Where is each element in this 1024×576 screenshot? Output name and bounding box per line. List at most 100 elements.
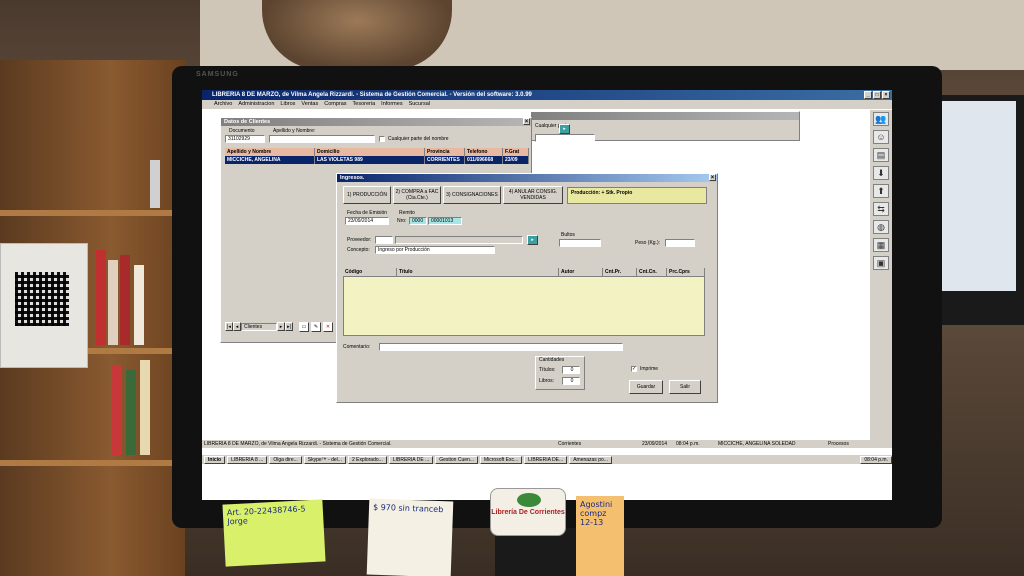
menu-administracion[interactable]: Administracion [238, 100, 274, 109]
menu-sucursal[interactable]: Sucursal [409, 100, 430, 109]
globe-icon[interactable]: ◍ [873, 220, 889, 234]
concepto-label: Concepto: [347, 247, 370, 253]
status-bar: LIBRERIA 8 DE MARZO, de Vilma Angela Riz… [202, 440, 892, 448]
taskbar-item[interactable]: Amenazas po... [569, 455, 612, 464]
book-spine [126, 370, 136, 455]
status-text: LIBRERIA 8 DE MARZO, de Vilma Angela Riz… [204, 441, 392, 447]
imprime-checkbox[interactable]: ✓ [631, 366, 637, 372]
close-button[interactable]: × [882, 91, 890, 99]
table-row[interactable]: MICCICHE, ANGELINA LAS VIOLETAS 989 CORR… [225, 156, 529, 164]
proveedor-search-button[interactable]: ▸ [527, 235, 538, 245]
menu-compras[interactable]: Compras [324, 100, 346, 109]
cell-apellido: MICCICHE, ANGELINA [225, 156, 315, 164]
taskbar-item[interactable]: LIBRERIA 8 ... [227, 455, 268, 464]
documento-field[interactable]: 31102929 [225, 135, 265, 143]
taskbar: Inicio LIBRERIA 8 ... Olga dire... Skype… [202, 454, 892, 464]
prev-record-button[interactable]: ◂ [233, 322, 241, 331]
proveedor-name-field[interactable] [395, 236, 523, 244]
menu-ventas[interactable]: Ventas [301, 100, 318, 109]
cell-telefono: 011/696668 [465, 156, 503, 164]
col-apellido: Apellido y Nombre [225, 148, 315, 156]
peso-label: Peso (Kg.): [635, 240, 661, 246]
menu-libros[interactable]: Libros [280, 100, 295, 109]
monitor-brand: SAMSUNG [196, 71, 239, 78]
taskbar-item[interactable]: LIBRERIA DE ... [388, 455, 434, 464]
book-spine [108, 260, 118, 345]
ingresos-grid-body[interactable] [343, 276, 705, 336]
menu-tesoreria[interactable]: Tesoreria [353, 100, 376, 109]
fecha-field[interactable]: 23/09/2014 [345, 217, 389, 225]
ingresos-window-title: Ingresos. × [337, 174, 717, 182]
libros-field: 0 [562, 377, 580, 385]
menu-informes[interactable]: Informes [381, 100, 402, 109]
chart-icon[interactable]: ▦ [873, 238, 889, 252]
shelf-board [0, 460, 185, 466]
arrow-up-icon[interactable]: ⬆ [873, 184, 889, 198]
taskbar-item[interactable]: Microsoft Exc... [479, 455, 523, 464]
transfer-icon[interactable]: ⇆ [873, 202, 889, 216]
cantidades-group: Cantidades Títulos: 0 Libros: 0 [535, 356, 585, 390]
taskbar-item[interactable]: Gestion Cuen... [435, 455, 478, 464]
comentario-field[interactable] [379, 343, 623, 351]
tab-compra-fac[interactable]: 2) COMPRA a FAC (Cta.Cte.) [393, 186, 441, 204]
nro-field[interactable]: 00001013 [428, 217, 462, 225]
calendar-icon[interactable]: ▣ [873, 256, 889, 270]
salir-button[interactable]: Salir [669, 380, 701, 394]
edit-icon[interactable]: ✎ [311, 322, 321, 332]
sticky-note-orange: Agostini compz 12-13 [576, 496, 624, 576]
menu-archivo[interactable]: Archivo [214, 100, 232, 109]
cantidades-label: Cantidades [539, 357, 565, 363]
last-record-button[interactable]: ▸| [285, 322, 293, 331]
status-city: Corrientes [558, 441, 582, 447]
taskbar-item[interactable]: Olga dire... [269, 455, 302, 464]
tab-anular-consig[interactable]: 4) ANULAR CONSIG. VENDIDAS [503, 186, 563, 204]
book-spine [134, 265, 144, 345]
close-icon[interactable]: × [709, 174, 716, 181]
second-monitor-screen [936, 101, 1016, 291]
taskbar-item[interactable]: 2 Explorado... [347, 455, 387, 464]
window-controls: _ □ × [864, 91, 890, 99]
next-record-button[interactable]: ▸ [277, 322, 285, 331]
background-window: Cualquier parte ▸ [530, 111, 800, 142]
proveedor-code-field[interactable] [375, 236, 393, 244]
col-prc-cprs: Prc.Cprs [667, 268, 705, 276]
proveedor-label: Proveedor: [347, 237, 372, 243]
close-icon[interactable]: × [523, 118, 530, 125]
taskbar-item[interactable]: LIBRERIA DE... [524, 455, 568, 464]
bultos-select[interactable] [559, 239, 601, 247]
apellido-field[interactable] [269, 135, 375, 143]
sticky-note-white: $ 970 sin tranceb [366, 498, 454, 576]
cell-fgrat: 23/09 [503, 156, 529, 164]
cell-domicilio: LAS VIOLETAS 989 [315, 156, 425, 164]
tab-consignaciones[interactable]: 3) CONSIGNACIONES [443, 186, 501, 204]
books-icon[interactable]: ▤ [873, 148, 889, 162]
partial-name-checkbox[interactable] [379, 136, 385, 142]
fecha-label: Fecha de Emisión [347, 210, 388, 216]
peso-field[interactable] [665, 239, 695, 247]
maximize-button[interactable]: □ [873, 91, 881, 99]
documento-label: Documento [229, 128, 255, 134]
arrow-down-icon[interactable]: ⬇ [873, 166, 889, 180]
users-icon[interactable]: 👥 [873, 112, 889, 126]
taskbar-item[interactable]: Skype™ - del... [303, 455, 346, 464]
start-button[interactable]: Inicio [204, 455, 226, 464]
mdi-workspace: Cualquier parte ▸ Datos de Clientes × Do… [212, 109, 872, 439]
col-provincia: Provincia [425, 148, 465, 156]
minimize-button[interactable]: _ [864, 91, 872, 99]
new-document-icon[interactable]: ▭ [299, 322, 309, 332]
delete-icon[interactable]: ✕ [323, 322, 333, 332]
nro-prefix-field[interactable]: 0000 [409, 217, 427, 225]
status-user: MICCICHE, ANGELINA SOLEDAD [718, 441, 796, 447]
concepto-field[interactable]: Ingreso por Producción [375, 246, 495, 254]
info-box: Producción: + Stk. Propio [567, 187, 707, 204]
person-icon[interactable]: ☺ [873, 130, 889, 144]
background-dropdown[interactable] [535, 134, 595, 142]
first-record-button[interactable]: |◂ [225, 322, 233, 331]
book-spine [96, 250, 106, 345]
titulos-field: 0 [562, 366, 580, 374]
status-procesos: Procesos [828, 441, 849, 447]
guardar-button[interactable]: Guardar [629, 380, 663, 394]
clientes-grid-header: Apellido y Nombre Domicilio Provincia Te… [225, 148, 529, 156]
search-go-button[interactable]: ▸ [559, 124, 570, 134]
tab-produccion[interactable]: 1) PRODUCCIÓN [343, 186, 391, 204]
